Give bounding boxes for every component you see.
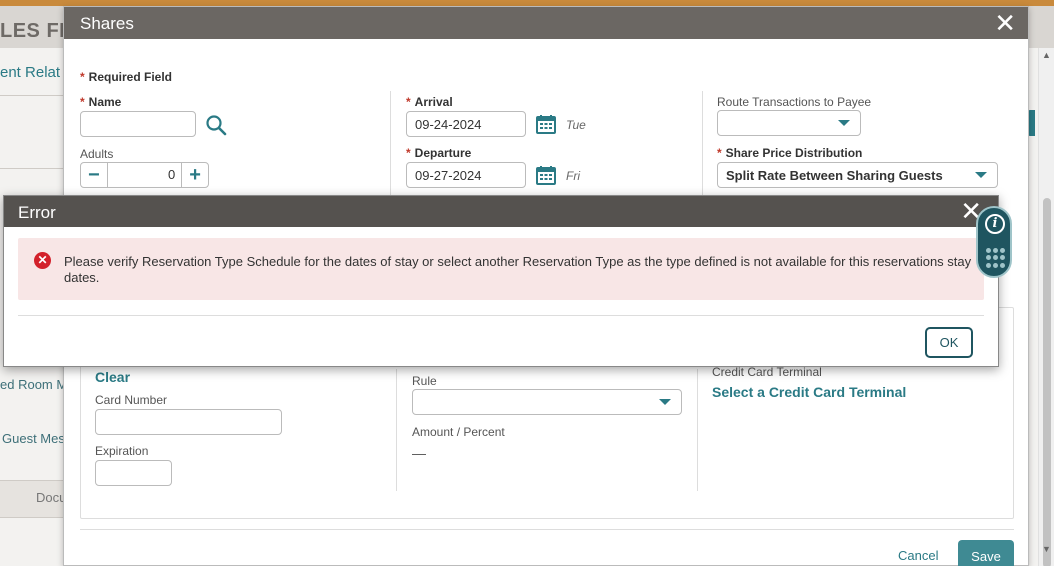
error-message: Please verify Reservation Type Schedule …	[64, 254, 972, 285]
rule-select[interactable]	[412, 389, 682, 415]
chevron-down-icon	[659, 399, 671, 405]
share-price-distribution-value: Split Rate Between Sharing Guests	[726, 168, 943, 183]
card-number-label: Card Number	[95, 393, 168, 407]
scroll-thumb[interactable]	[1043, 198, 1051, 566]
info-icon[interactable]: i	[985, 214, 1005, 234]
increment-button[interactable]: +	[182, 163, 208, 187]
info-widget[interactable]: i	[976, 206, 1012, 278]
close-icon[interactable]: ✕	[994, 9, 1016, 37]
rule-label: Rule	[412, 374, 437, 388]
grid-dots-icon[interactable]	[986, 248, 1006, 268]
departure-day-of-week: Fri	[566, 169, 580, 183]
expiration-label: Expiration	[95, 444, 149, 458]
save-button[interactable]: Save	[958, 540, 1014, 566]
page-scrollbar[interactable]: ▲ ▼	[1038, 48, 1054, 566]
arrival-day-of-week: Tue	[566, 118, 586, 132]
ok-button[interactable]: OK	[925, 327, 973, 358]
footer-divider	[80, 529, 1014, 530]
divider	[0, 95, 63, 96]
credit-card-terminal-label: Credit Card Terminal	[712, 365, 822, 379]
column-divider	[697, 369, 698, 491]
error-divider	[18, 315, 984, 316]
expiration-input[interactable]	[95, 460, 172, 486]
name-label: * Name	[80, 95, 122, 109]
shares-dialog-header: Shares ✕	[64, 7, 1028, 39]
error-message-box: ✕ Please verify Reservation Type Schedul…	[18, 238, 984, 300]
decrement-button[interactable]: −	[81, 163, 107, 187]
select-credit-card-terminal-link[interactable]: Select a Credit Card Terminal	[712, 384, 906, 400]
search-icon[interactable]	[205, 114, 227, 136]
card-number-input[interactable]	[95, 409, 282, 435]
error-dialog: Error ✕ ✕ Please verify Reservation Type…	[3, 195, 999, 367]
error-icon: ✕	[34, 252, 51, 269]
column-divider	[390, 91, 391, 195]
background-docu: Docu	[36, 490, 67, 505]
sidebar-item-guest-messages[interactable]: Guest Mes	[2, 431, 65, 446]
share-price-distribution-select[interactable]: Split Rate Between Sharing Guests	[717, 162, 998, 188]
calendar-icon[interactable]	[536, 165, 556, 185]
column-divider	[396, 369, 397, 491]
adults-label: Adults	[80, 147, 114, 161]
background-tab-relat[interactable]: ent Relat	[0, 64, 60, 81]
clear-link[interactable]: Clear	[95, 369, 130, 385]
sidebar-item-room[interactable]: ed Room M	[0, 377, 67, 392]
shares-dialog-title: Shares	[80, 14, 134, 33]
departure-input[interactable]: 09-27-2024	[406, 162, 526, 188]
amount-percent-label: Amount / Percent	[412, 425, 505, 439]
column-divider	[702, 91, 703, 195]
arrival-label: * Arrival	[406, 95, 453, 109]
route-transactions-label: Route Transactions to Payee	[717, 95, 872, 109]
scroll-down-icon[interactable]: ▼	[1042, 544, 1051, 554]
error-dialog-header: Error ✕	[4, 196, 998, 227]
adults-stepper[interactable]: − 0 +	[80, 162, 209, 188]
calendar-icon[interactable]	[536, 114, 556, 134]
scroll-up-icon[interactable]: ▲	[1042, 50, 1051, 60]
cancel-button[interactable]: Cancel	[898, 548, 938, 563]
share-price-distribution-label: * Share Price Distribution	[717, 146, 863, 160]
divider	[0, 168, 63, 169]
arrival-input[interactable]: 09-24-2024	[406, 111, 526, 137]
adults-value[interactable]: 0	[106, 163, 183, 187]
chevron-down-icon	[838, 120, 850, 126]
departure-label: * Departure	[406, 146, 472, 160]
amount-percent-value: —	[412, 445, 426, 461]
chevron-down-icon	[975, 172, 987, 178]
required-field-note: * Required Field	[80, 70, 173, 84]
name-input[interactable]	[80, 111, 196, 137]
route-transactions-select[interactable]	[717, 110, 861, 136]
error-dialog-title: Error	[18, 203, 56, 222]
